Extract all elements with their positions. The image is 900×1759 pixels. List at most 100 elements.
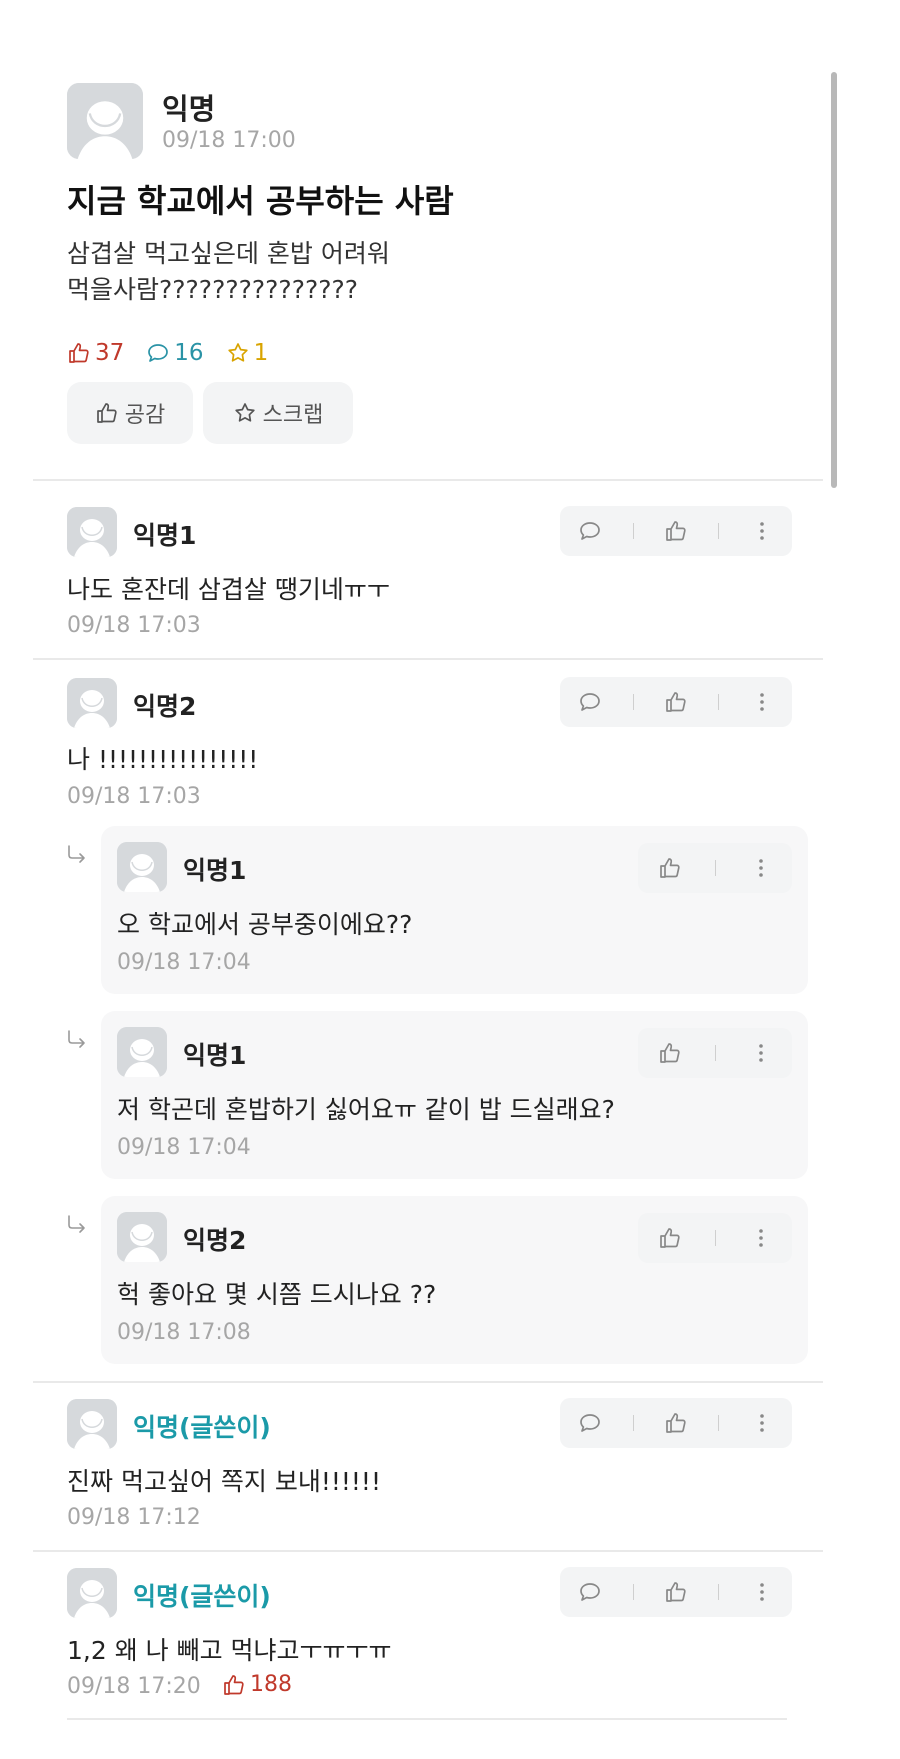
like-button[interactable]: 공감 <box>67 382 193 444</box>
more-button[interactable] <box>743 850 779 886</box>
reply-button[interactable] <box>572 1574 608 1610</box>
more-vertical-icon <box>750 1580 774 1604</box>
speech-bubble-icon <box>578 1580 602 1604</box>
speech-bubble-icon <box>146 341 170 365</box>
separator <box>632 1415 634 1431</box>
separator <box>632 523 634 539</box>
reply-text: 헉 좋아요 몇 시쯤 드시나요 ?? <box>117 1280 437 1309</box>
thumbs-up-icon <box>222 1673 246 1697</box>
comment-actions <box>560 1398 792 1448</box>
scrap-count: 1 <box>226 340 269 366</box>
reply-time: 09/18 17:04 <box>117 1135 251 1160</box>
comment-actions <box>560 1567 792 1617</box>
more-vertical-icon <box>749 1041 773 1065</box>
like-comment-button[interactable] <box>658 1405 694 1441</box>
comment-actions <box>560 677 792 727</box>
scrap-count-value: 1 <box>253 340 269 366</box>
reply-arrow-icon <box>65 1213 89 1237</box>
comment-count-value: 16 <box>174 340 204 366</box>
more-vertical-icon <box>749 1226 773 1250</box>
reply-time: 09/18 17:08 <box>117 1320 251 1345</box>
reply-avatar <box>117 1027 167 1077</box>
comment-avatar <box>67 1568 117 1618</box>
scrap-button-label: 스크랩 <box>262 403 324 428</box>
separator <box>714 860 716 876</box>
reply-button[interactable] <box>572 684 608 720</box>
reply-actions <box>638 843 792 893</box>
reply-text: 저 학곤데 혼밥하기 싫어요ㅠ 같이 밥 드실래요? <box>117 1095 615 1124</box>
more-vertical-icon <box>750 1411 774 1435</box>
post-author: 익명 <box>162 92 216 126</box>
like-reply-button[interactable] <box>652 1035 688 1071</box>
divider <box>67 1718 787 1720</box>
thumbs-up-icon <box>658 1226 682 1250</box>
thumbs-up-icon <box>658 1041 682 1065</box>
like-count-value: 37 <box>95 340 125 366</box>
comment-author: 익명1 <box>133 521 197 550</box>
post-body-line: 먹을사람??????????????? <box>67 275 359 304</box>
comment-author-op: 익명(글쓴이) <box>133 1582 271 1611</box>
thumbs-up-icon <box>658 856 682 880</box>
divider <box>33 479 823 481</box>
star-icon <box>226 341 250 365</box>
divider <box>33 1550 823 1552</box>
comment-like-count-value: 188 <box>250 1672 292 1697</box>
post-body-line: 삼겹살 먹고싶은데 혼밥 어려워 <box>67 239 390 268</box>
reply-time: 09/18 17:04 <box>117 950 251 975</box>
post-time: 09/18 17:00 <box>162 128 296 153</box>
like-reply-button[interactable] <box>652 1220 688 1256</box>
default-avatar-icon <box>117 1212 167 1262</box>
scrollbar[interactable] <box>831 72 837 488</box>
reply-arrow-icon <box>65 1028 89 1052</box>
thumbs-up-icon <box>664 690 688 714</box>
default-avatar-icon <box>67 678 117 728</box>
reply-button[interactable] <box>572 513 608 549</box>
scrap-button[interactable]: 스크랩 <box>203 382 353 444</box>
like-count: 37 <box>67 340 124 366</box>
post-title: 지금 학교에서 공부하는 사람 <box>67 182 454 220</box>
thumbs-up-icon <box>664 1411 688 1435</box>
reply-text: 오 학교에서 공부중이에요?? <box>117 910 413 939</box>
like-button-label: 공감 <box>124 403 166 428</box>
more-vertical-icon <box>750 519 774 543</box>
more-vertical-icon <box>749 856 773 880</box>
more-button[interactable] <box>743 1220 779 1256</box>
like-reply-button[interactable] <box>652 850 688 886</box>
reply-author: 익명2 <box>183 1226 247 1255</box>
like-comment-button[interactable] <box>658 513 694 549</box>
speech-bubble-icon <box>578 690 602 714</box>
comment-time: 09/18 17:03 <box>67 784 201 809</box>
more-button[interactable] <box>744 1405 780 1441</box>
comment-avatar <box>67 507 117 557</box>
speech-bubble-icon <box>578 1411 602 1435</box>
comment-time: 09/18 17:03 <box>67 613 201 638</box>
like-comment-button[interactable] <box>658 684 694 720</box>
reply-arrow-icon <box>65 843 89 867</box>
reply-actions <box>638 1213 792 1263</box>
separator <box>714 1230 716 1246</box>
separator <box>718 1584 720 1600</box>
more-button[interactable] <box>743 1035 779 1071</box>
reply-button[interactable] <box>572 1405 608 1441</box>
more-button[interactable] <box>744 1574 780 1610</box>
reply-author: 익명1 <box>183 856 247 885</box>
like-comment-button[interactable] <box>658 1574 694 1610</box>
more-button[interactable] <box>744 684 780 720</box>
separator <box>714 1045 716 1061</box>
default-avatar-icon <box>67 507 117 557</box>
thumbs-up-icon <box>664 1580 688 1604</box>
reply-author: 익명1 <box>183 1041 247 1070</box>
default-avatar-icon <box>117 842 167 892</box>
separator <box>632 1584 634 1600</box>
divider <box>33 658 823 660</box>
post-stats: 37 16 1 <box>67 338 268 368</box>
thumbs-up-icon <box>664 519 688 543</box>
comment-actions <box>560 506 792 556</box>
star-icon <box>233 401 257 425</box>
default-avatar-icon <box>67 83 143 159</box>
more-button[interactable] <box>744 513 780 549</box>
separator <box>632 694 634 710</box>
default-avatar-icon <box>67 1568 117 1618</box>
comment-avatar <box>67 678 117 728</box>
comment-text: 진짜 먹고싶어 쪽지 보내!!!!!! <box>67 1467 381 1496</box>
